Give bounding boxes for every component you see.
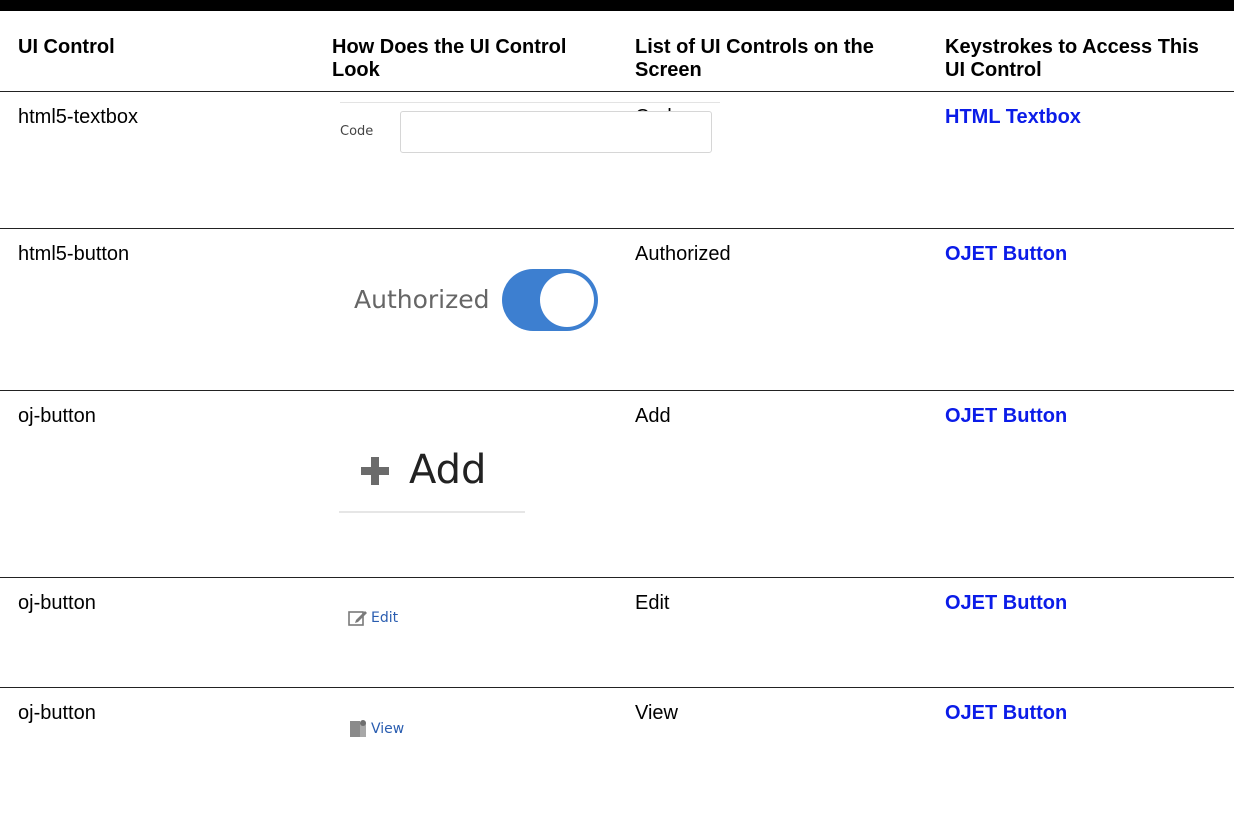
header-row: UI Control How Does the UI Control Look … [0, 11, 1234, 92]
control-cell: html5-button [0, 228, 314, 391]
edit-icon [348, 611, 367, 626]
edit-label: Edit [371, 609, 399, 626]
keystrokes-link[interactable]: OJET Button [945, 578, 1216, 615]
list-cell: View [635, 701, 678, 724]
view-button[interactable]: View [348, 718, 404, 741]
table-row: oj-button View View OJET Button [0, 687, 1234, 815]
keystrokes-cell: OJET Button [927, 228, 1234, 391]
list-cell: Edit [617, 577, 927, 688]
switch-knob [539, 272, 594, 327]
header-ui-control: UI Control [0, 11, 314, 92]
control-cell: oj-button [0, 577, 314, 688]
list-cell: Authorized [617, 228, 927, 391]
add-button[interactable]: Add [339, 435, 525, 507]
look-cell: Edit [314, 577, 617, 688]
list-cell: Add [617, 390, 927, 578]
keystrokes-link[interactable]: OJET Button [945, 688, 1216, 725]
edit-button[interactable]: Edit [348, 607, 398, 630]
keystrokes-link[interactable]: OJET Button [945, 229, 1216, 266]
keystrokes-cell: OJET Button [927, 687, 1234, 815]
switch-sample: Authorized [354, 268, 598, 331]
control-cell: oj-button [18, 701, 96, 724]
ui-controls-table: UI Control How Does the UI Control Look … [0, 11, 1234, 815]
keystrokes-cell: HTML Textbox [927, 91, 1234, 229]
keystrokes-cell: OJET Button [927, 390, 1234, 578]
table-row: oj-button Add Add OJET Button [0, 390, 1234, 578]
table-row: html5-button Authorized Authorized OJET … [0, 228, 1234, 391]
look-cell: Add [314, 390, 617, 578]
add-button-sample: Add [339, 435, 525, 513]
control-cell: html5-textbox [0, 91, 314, 229]
keystrokes-cell: OJET Button [927, 577, 1234, 688]
textbox-sample: Code [340, 101, 720, 153]
switch-label: Authorized [354, 285, 490, 314]
header-keystrokes: Keystrokes to Access This UI Control [927, 11, 1234, 92]
header-list: List of UI Controls on the Screen [617, 11, 927, 92]
header-look: How Does the UI Control Look [314, 11, 617, 92]
look-cell: Code [314, 91, 720, 229]
table-row: oj-button Edit Edit OJET Button [0, 577, 1234, 688]
textbox-label: Code [340, 124, 374, 139]
plus-icon [361, 456, 389, 485]
code-input[interactable] [400, 110, 712, 153]
look-cell: View [314, 687, 617, 815]
table-row: html5-textbox Code Code HTML Textbox [0, 91, 1234, 229]
authorized-switch[interactable] [501, 268, 598, 331]
top-rule [0, 0, 1234, 11]
view-icon [350, 720, 366, 737]
keystrokes-link[interactable]: HTML Textbox [945, 92, 1216, 129]
add-label: Add [409, 447, 487, 493]
control-cell: oj-button [0, 390, 314, 578]
view-label: View [371, 720, 405, 737]
look-cell: Authorized [314, 228, 617, 391]
keystrokes-link[interactable]: OJET Button [945, 391, 1216, 428]
divider [340, 101, 720, 103]
divider [339, 510, 525, 513]
